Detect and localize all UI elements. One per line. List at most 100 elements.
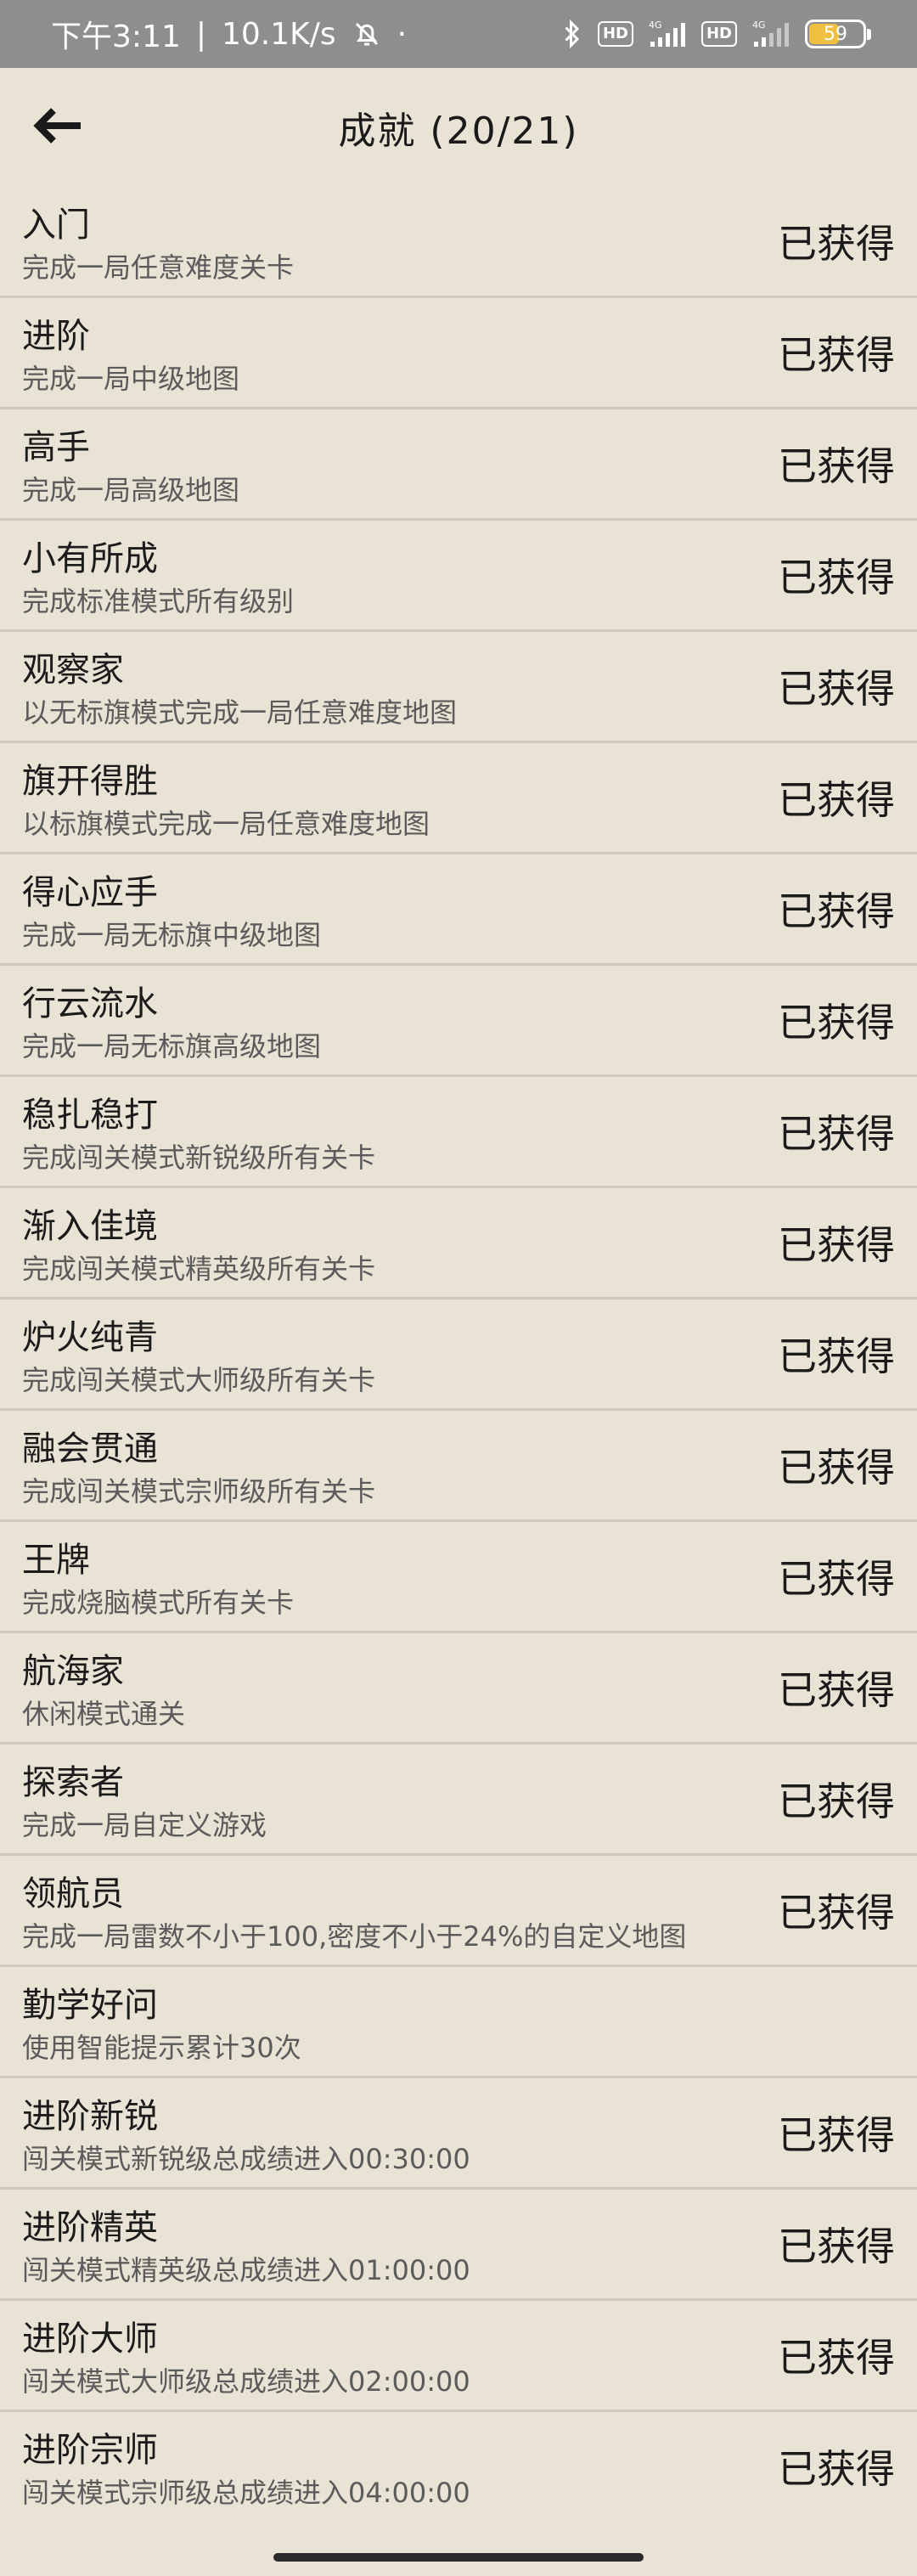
status-time: 下午3:11	[51, 20, 181, 54]
signal-net-label-2: 4G	[752, 20, 766, 31]
bell-muted-icon	[352, 19, 382, 49]
status-left: 下午3:11 | 10.1K/s ·	[51, 12, 407, 56]
status-dot: ·	[397, 16, 408, 52]
list-item[interactable]: 进阶新锐闯关模式新锐级总成绩进入00:30:00 已获得	[0, 2078, 917, 2190]
list-item[interactable]: 炉火纯青完成闯关模式大师级所有关卡 已获得	[0, 1299, 917, 1411]
achievement-title: 勤学好问	[22, 1986, 158, 2025]
achievement-status: 已获得	[778, 1333, 895, 1379]
achievement-description: 完成一局无标旗高级地图	[22, 1030, 322, 1063]
list-item[interactable]: 航海家 休闲模式通关 已获得	[0, 1633, 917, 1745]
achievement-description: 完成标准模式所有级别	[22, 585, 295, 617]
achievement-description: 完成闯关模式宗师级所有关卡	[22, 1475, 376, 1508]
achievement-status: 已获得	[778, 1000, 895, 1046]
signal-icon-2: 4G	[752, 20, 790, 48]
achievement-status: 已获得	[778, 777, 895, 823]
achievement-title: 航海家	[22, 1652, 124, 1691]
achievement-title: 领航员	[22, 1874, 124, 1914]
achievement-status: 已获得	[778, 666, 895, 712]
achievement-description: 完成闯关模式精英级所有关卡	[22, 1253, 376, 1285]
signal-icon: 4G	[649, 20, 686, 48]
list-item[interactable]: 领航员完成一局雷数不小于100,密度不小于24%的自定义地图 已获得	[0, 1856, 917, 1967]
achievement-description: 完成烧脑模式所有关卡	[22, 1587, 295, 1619]
achievement-status: 已获得	[778, 888, 895, 934]
achievement-title: 进阶精英	[22, 2208, 158, 2247]
achievement-description: 以标旗模式完成一局任意难度地图	[22, 808, 430, 840]
achievement-description: 完成闯关模式新锐级所有关卡	[22, 1141, 376, 1174]
achievement-description: 完成一局自定义游戏	[22, 1809, 267, 1841]
achievement-description: 完成一局中级地图	[22, 363, 240, 395]
achievement-status: 已获得	[778, 1445, 895, 1491]
achievement-title: 旗开得胜	[22, 762, 158, 801]
list-item[interactable]: 进阶大师闯关模式大师级总成绩进入02:00:00 已获得	[0, 2301, 917, 2412]
achievement-status: 已获得	[778, 2224, 895, 2269]
hd-badge-2: HD	[700, 21, 737, 47]
list-item[interactable]: 探索者完成一局自定义游戏 已获得	[0, 1745, 917, 1856]
achievement-list: 入门 完成一局任意难度关卡 已获得 进阶 完成一局中级地图 已获得 高手 完成一局高级地图 已获…	[0, 187, 917, 2523]
list-item[interactable]: 观察家以无标旗模式完成一局任意难度地图 已获得	[0, 632, 917, 743]
achievement-title: 炉火纯青	[22, 1318, 158, 1357]
achievement-description: 闯关模式新锐级总成绩进入00:30:00	[22, 2143, 470, 2175]
status-bar: 下午3:11 | 10.1K/s · HD 4G HD 4G 59	[0, 0, 917, 68]
achievement-status: 已获得	[778, 1222, 895, 1268]
achievement-title: 进阶宗师	[22, 2431, 158, 2470]
app-bar: 成就 (20/21)	[0, 68, 917, 187]
list-item[interactable]: 融会贯通完成闯关模式宗师级所有关卡 已获得	[0, 1411, 917, 1522]
list-item[interactable]: 得心应手完成一局无标旗中级地图 已获得	[0, 854, 917, 966]
achievement-description: 闯关模式大师级总成绩进入02:00:00	[22, 2365, 470, 2398]
achievement-description: 闯关模式精英级总成绩进入01:00:00	[22, 2254, 470, 2286]
achievement-status: 已获得	[778, 221, 895, 267]
achievement-description: 完成一局无标旗中级地图	[22, 919, 322, 951]
achievement-description: 以无标旗模式完成一局任意难度地图	[22, 696, 458, 729]
achievement-title: 渐入佳境	[22, 1207, 158, 1246]
achievement-title: 行云流水	[22, 984, 158, 1023]
achievement-status: 已获得	[778, 443, 895, 489]
list-item[interactable]: 稳扎稳打完成闯关模式新锐级所有关卡 已获得	[0, 1077, 917, 1188]
achievement-title: 王牌	[22, 1541, 90, 1580]
achievement-status: 已获得	[778, 1890, 895, 1936]
list-item[interactable]: 进阶完成一局中级地图 已获得	[0, 298, 917, 409]
list-item[interactable]: 进阶精英闯关模式精英级总成绩进入01:00:00 已获得	[0, 2190, 917, 2301]
achievement-status: 已获得	[778, 1778, 895, 1824]
achievement-status: 已获得	[778, 2112, 895, 2158]
achievement-status: 已获得	[778, 555, 895, 600]
list-item[interactable]: 渐入佳境完成闯关模式精英级所有关卡 已获得	[0, 1188, 917, 1299]
achievement-status: 已获得	[778, 2335, 895, 2381]
achievement-description: 完成闯关模式大师级所有关卡	[22, 1364, 376, 1396]
achievement-status: 已获得	[778, 1111, 895, 1157]
achievement-description: 闯关模式宗师级总成绩进入04:00:00	[22, 2477, 470, 2509]
status-separator: |	[195, 16, 206, 52]
back-arrow-icon	[33, 107, 82, 148]
achievement-title: 探索者	[22, 1763, 124, 1802]
achievement-status: 已获得	[778, 2446, 895, 2492]
achievement-title: 进阶	[22, 317, 90, 356]
signal-net-label: 4G	[649, 20, 662, 31]
list-item[interactable]: 小有所成完成标准模式所有级别 已获得	[0, 521, 917, 632]
list-item[interactable]: 旗开得胜以标旗模式完成一局任意难度地图 已获得	[0, 743, 917, 854]
status-net-speed: 10.1K/s	[221, 16, 336, 52]
achievement-title: 稳扎稳打	[22, 1096, 158, 1135]
achievement-title: 小有所成	[22, 539, 158, 578]
battery-icon: 59	[805, 20, 871, 48]
back-button[interactable]	[31, 100, 85, 155]
achievement-description: 使用智能提示累计30次	[22, 2032, 301, 2064]
list-item[interactable]: 入门完成一局任意难度关卡 已获得	[0, 187, 917, 298]
achievement-description: 完成一局任意难度关卡	[22, 251, 295, 284]
achievement-title: 融会贯通	[22, 1429, 158, 1468]
achievement-title: 得心应手	[22, 873, 158, 912]
achievement-title: 进阶新锐	[22, 2097, 158, 2136]
achievement-description: 完成一局雷数不小于100,密度不小于24%的自定义地图	[22, 1920, 687, 1953]
achievement-title: 观察家	[22, 651, 124, 690]
status-right: HD 4G HD 4G 59	[562, 19, 871, 49]
list-item[interactable]: 进阶宗师闯关模式宗师级总成绩进入04:00:00 已获得	[0, 2412, 917, 2523]
list-item[interactable]: 勤学好问使用智能提示累计30次	[0, 1967, 917, 2078]
list-item[interactable]: 行云流水完成一局无标旗高级地图 已获得	[0, 966, 917, 1077]
bluetooth-icon	[562, 19, 582, 49]
achievement-title: 进阶大师	[22, 2320, 158, 2359]
list-item[interactable]: 高手完成一局高级地图 已获得	[0, 409, 917, 521]
achievement-title: 高手	[22, 428, 90, 467]
achievement-description: 完成一局高级地图	[22, 474, 240, 506]
home-indicator[interactable]	[273, 2553, 644, 2562]
list-item[interactable]: 王牌 完成烧脑模式所有关卡 已获得	[0, 1522, 917, 1633]
achievement-title: 入门	[22, 206, 90, 245]
achievement-status: 已获得	[778, 332, 895, 378]
